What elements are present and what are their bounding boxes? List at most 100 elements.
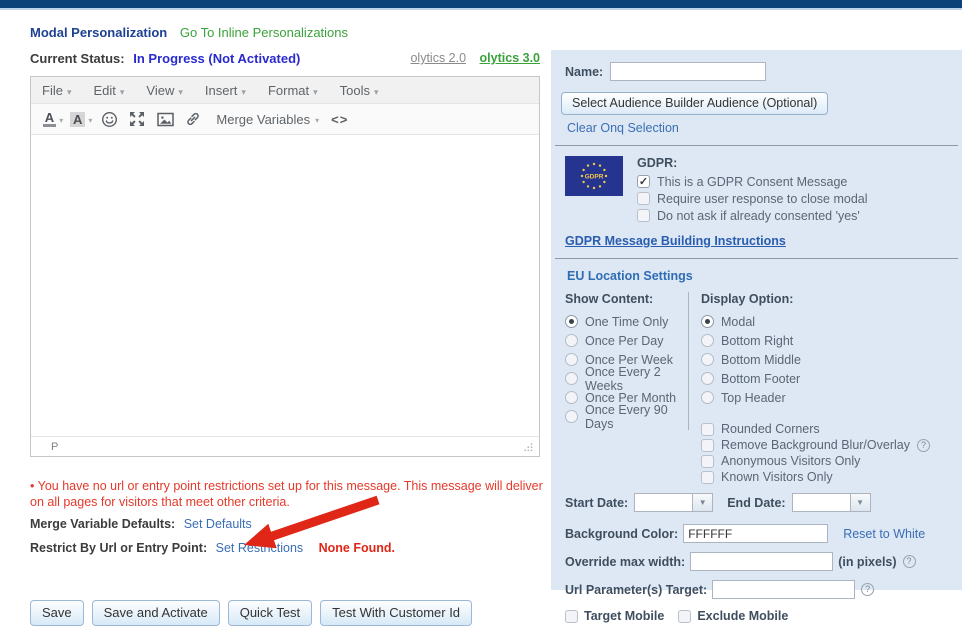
source-code-button[interactable]: <> [325,107,348,131]
show-content-once-per-month-radio[interactable] [565,391,578,404]
editor-statusbar: P [31,436,539,456]
display-option-row: Modal [701,312,930,331]
text-color-caret-icon[interactable] [56,110,63,128]
editor-menubar: File Edit View Insert Format Tools [31,77,539,104]
show-content-once-every-2-weeks-radio[interactable] [565,372,578,385]
olytics-2-link[interactable]: olytics 2.0 [410,51,466,65]
clear-onq-selection-link[interactable]: Clear Onq Selection [567,121,679,135]
show-content-label: Once Every 2 Weeks [585,365,688,393]
menu-item-tools[interactable]: Tools [340,83,379,98]
menu-item-edit[interactable]: Edit [93,83,124,98]
end-date-dropdown-button[interactable]: ▼ [850,493,871,512]
test-with-customer-id-button[interactable]: Test With Customer Id [320,600,472,626]
help-icon[interactable] [903,555,916,568]
show-content-label: Show Content: [565,292,688,312]
eu-location-settings-link[interactable]: EU Location Settings [567,269,948,283]
emoticons-button[interactable] [98,107,120,131]
gdpr-option-row: Do not ask if already consented 'yes' [637,207,868,224]
menu-item-view[interactable]: View [146,83,182,98]
mobile-row: Target Mobile Exclude Mobile [565,609,948,623]
display-option-row: Bottom Middle [701,350,930,369]
override-max-width-input[interactable] [690,552,833,571]
fullscreen-button[interactable] [126,107,148,131]
gdpr-section: GDPR GDPR: This is a GDPR Consent Messag… [565,156,948,224]
set-defaults-link[interactable]: Set Defaults [184,517,252,531]
display-option-top-header-radio[interactable] [701,391,714,404]
show-content-once-per-day-radio[interactable] [565,334,578,347]
display-option-bottom-footer-radio[interactable] [701,372,714,385]
gdpr-option-require-user-response-to-close-modal-cb[interactable] [637,192,650,205]
start-date-dropdown-button[interactable]: ▼ [692,493,713,512]
display-option-bottom-middle-radio[interactable] [701,353,714,366]
gdpr-option-do-not-ask-if-already-consented-yes-cb[interactable] [637,209,650,222]
target-mobile-checkbox[interactable] [565,610,578,623]
background-color-input[interactable] [683,524,828,543]
exclude-mobile-checkbox[interactable] [678,610,691,623]
display-option-modal-radio[interactable] [701,315,714,328]
menu-item-format[interactable]: Format [268,83,318,98]
show-content-label: One Time Only [585,315,668,329]
help-icon[interactable] [917,439,930,452]
show-content-once-every-90-days-radio[interactable] [565,410,578,423]
gdpr-options: This is a GDPR Consent MessageRequire us… [637,173,868,224]
display-modifier-known-visitors-only-cb[interactable] [701,471,714,484]
show-content-row: Once Every 90 Days [565,407,688,426]
action-buttons: Save Save and Activate Quick Test Test With… [30,600,472,626]
smiley-icon [101,111,118,128]
name-row: Name: [565,62,948,81]
quick-test-button[interactable]: Quick Test [228,600,312,626]
save-and-activate-button[interactable]: Save and Activate [92,600,220,626]
background-color-caret-icon[interactable] [85,110,92,128]
separator [555,145,958,146]
editor-content-area[interactable] [31,135,539,436]
save-button[interactable]: Save [30,600,84,626]
insert-link-button[interactable] [182,107,204,131]
status-row: Current Status: In Progress (Not Activat… [30,51,300,66]
display-modifier-remove-background-blur-overlay-cb[interactable] [701,439,714,452]
gdpr-option-label: This is a GDPR Consent Message [657,175,847,189]
gdpr-option-row: Require user response to close modal [637,190,868,207]
display-option-label: Top Header [721,391,786,405]
restrictions-warning-text: • You have no url or entry point restric… [30,478,551,510]
settings-panel: Name: Select Audience Builder Audience (… [551,50,962,590]
display-modifier-label: Known Visitors Only [721,470,833,484]
reset-to-white-link[interactable]: Reset to White [843,527,925,541]
start-date-input[interactable] [634,493,692,512]
gdpr-instructions-link[interactable]: GDPR Message Building Instructions [565,234,786,248]
insert-image-button[interactable] [154,107,176,131]
text-color-button[interactable]: A [42,107,64,131]
show-content-column: Show Content: One Time OnlyOnce Per DayO… [565,292,689,430]
display-modifier-rounded-corners-cb[interactable] [701,423,714,436]
display-option-row: Top Header [701,388,930,407]
restrict-label: Restrict By Url or Entry Point: [30,541,207,555]
show-content-once-per-week-radio[interactable] [565,353,578,366]
end-date-input[interactable] [792,493,850,512]
display-option-row: Bottom Footer [701,369,930,388]
select-audience-button[interactable]: Select Audience Builder Audience (Option… [561,92,828,115]
display-modifier-label: Remove Background Blur/Overlay [721,438,910,452]
name-input[interactable] [610,62,766,81]
url-parameter-input[interactable] [712,580,855,599]
background-color-button[interactable]: A [70,107,92,131]
gdpr-option-this-is-a-gdpr-consent-message-cb[interactable] [637,175,650,188]
menu-item-insert[interactable]: Insert [205,83,246,98]
url-parameter-label: Url Parameter(s) Target: [565,583,707,597]
exclude-mobile-label: Exclude Mobile [697,609,788,623]
resize-grip[interactable] [523,442,533,452]
menu-item-label: Insert [205,83,238,98]
chevron-down-icon [67,83,72,98]
go-to-inline-personalizations-link[interactable]: Go To Inline Personalizations [180,25,348,40]
merge-variables-button[interactable]: Merge Variables [210,107,319,131]
display-modifier-anonymous-visitors-only-cb[interactable] [701,455,714,468]
olytics-3-link[interactable]: olytics 3.0 [480,51,540,65]
modal-personalization-page: Modal Personalization Go To Inline Perso… [0,0,974,633]
menu-item-file[interactable]: File [42,83,71,98]
show-content-one-time-only-radio[interactable] [565,315,578,328]
gdpr-option-label: Do not ask if already consented 'yes' [657,209,860,223]
help-icon[interactable] [861,583,874,596]
display-option-bottom-right-radio[interactable] [701,334,714,347]
show-content-label: Once Every 90 Days [585,403,688,431]
menu-item-label: Edit [93,83,115,98]
set-restrictions-link[interactable]: Set Restrictions [216,541,304,555]
chevron-down-icon [313,83,318,98]
